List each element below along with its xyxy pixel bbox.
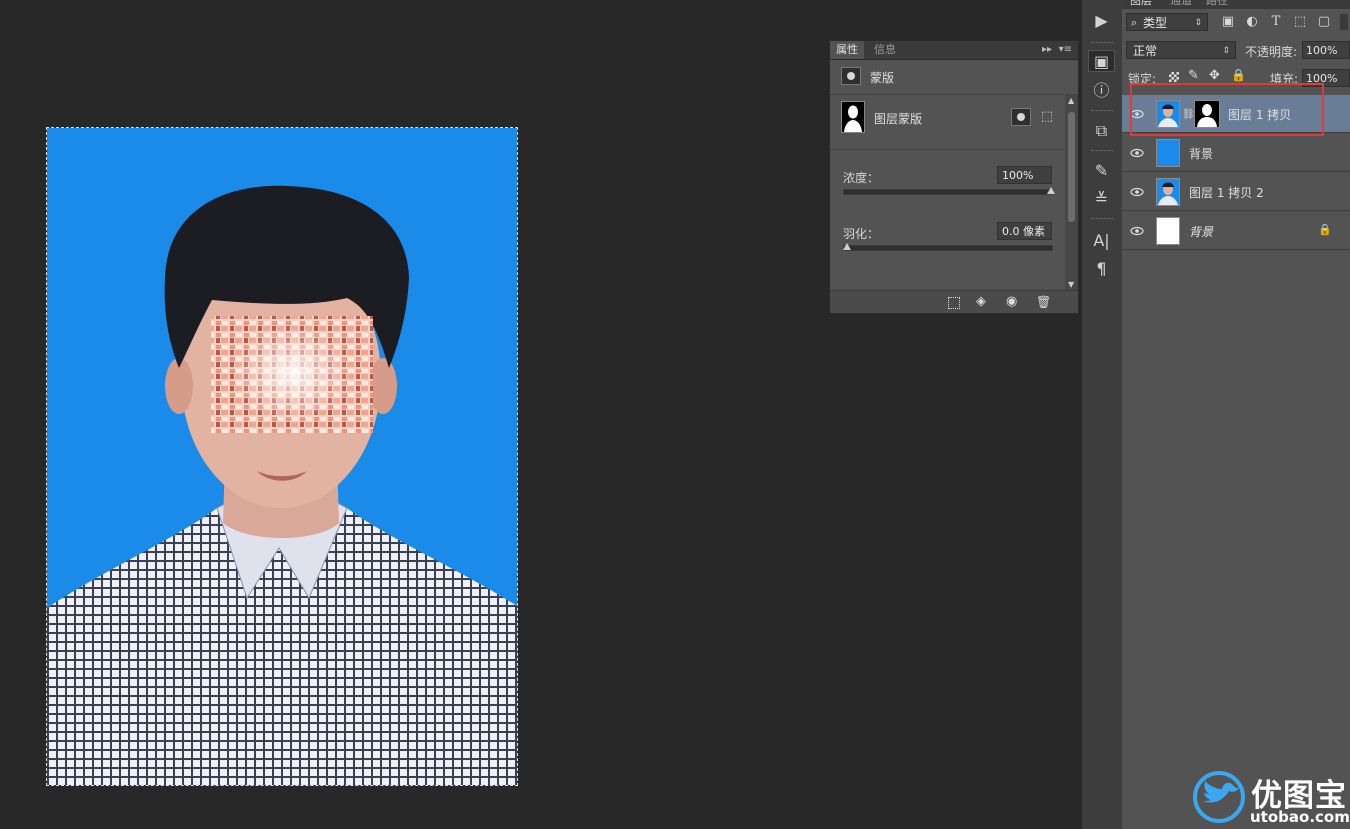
tab-properties[interactable]: 属性 (830, 41, 864, 59)
silhouette-icon (844, 105, 862, 132)
opacity-field[interactable]: 100% (1302, 41, 1350, 59)
layer-row[interactable]: 背景 🔒 (1122, 212, 1350, 250)
properties-scrollbar[interactable]: ▲ ▼ (1065, 94, 1078, 291)
lock-transparency-icon[interactable] (1169, 72, 1179, 82)
filter-smartobject-icon[interactable]: ▢ (1316, 14, 1332, 30)
tab-paths[interactable]: 路径 (1206, 0, 1228, 8)
feather-field[interactable]: 0.0 像素 (997, 222, 1052, 240)
filter-toggle[interactable] (1340, 14, 1348, 30)
layer-thumbnail (1156, 178, 1180, 206)
dock-grip (1091, 150, 1113, 154)
tab-info[interactable]: 信息 (868, 41, 902, 59)
portrait-photo (47, 185, 517, 785)
load-selection-icon[interactable] (948, 297, 960, 309)
add-pixel-mask-button[interactable] (1011, 108, 1031, 126)
lock-position-icon[interactable]: ✥ (1209, 68, 1220, 83)
layer-thumbnail (1156, 139, 1180, 167)
search-icon: ⌕ (1131, 16, 1138, 29)
properties-panel: 属性 信息 ▸▸ ▾≡ 蒙版 图层蒙版 ⬚ 浓度： 100% 羽化： 0.0 像… (829, 40, 1079, 314)
lock-all-icon[interactable]: 🔒 (1231, 68, 1246, 82)
clone-source-icon[interactable]: ⧉ (1088, 120, 1115, 142)
mask-icon (841, 67, 861, 85)
portrait-thumbnail-icon (1157, 179, 1179, 205)
scroll-down-icon[interactable]: ▼ (1068, 280, 1074, 289)
feather-slider-track[interactable] (843, 245, 1053, 251)
play-icon[interactable]: ▶ (1088, 10, 1115, 32)
properties-header-label: 蒙版 (870, 71, 895, 85)
layer-thumbnail (1156, 217, 1180, 245)
brush-presets-icon[interactable]: ✎ (1088, 160, 1115, 182)
layer-name: 背景 (1189, 225, 1214, 239)
character-icon[interactable]: A| (1088, 230, 1115, 252)
info-icon[interactable]: ⓘ (1088, 80, 1115, 102)
vector-mask-icon: ⬚ (1040, 109, 1054, 124)
feather-label: 羽化： (843, 227, 880, 241)
properties-dock-icon[interactable]: ▣ (1088, 50, 1115, 72)
dock-grip (1091, 110, 1113, 114)
document-canvas[interactable] (46, 127, 518, 786)
tab-channels[interactable]: 通道 (1170, 0, 1192, 8)
density-label: 浓度： (843, 171, 880, 185)
apply-mask-icon[interactable]: ◈ (976, 294, 992, 310)
chevron-updown-icon: ⇕ (1222, 46, 1230, 56)
tab-layers[interactable]: 图层 (1130, 0, 1152, 8)
paragraph-icon[interactable]: ¶ (1088, 258, 1115, 280)
pixel-mask-icon (1017, 113, 1025, 121)
density-field[interactable]: 100% (997, 166, 1052, 184)
watermark-url: utobao.com (1250, 808, 1350, 826)
filter-shape-icon[interactable]: ⬚ (1292, 14, 1308, 30)
density-slider-thumb[interactable] (1047, 187, 1055, 194)
filter-adjustment-icon[interactable]: ◐ (1244, 14, 1260, 30)
lock-pixels-icon[interactable]: ✎ (1188, 68, 1199, 83)
properties-footer: ◈ ◉ 🗑 (830, 290, 1078, 313)
layer-row[interactable]: 图层 1 拷贝 2 (1122, 173, 1350, 211)
layer-row[interactable]: 背景 (1122, 134, 1350, 172)
opacity-label: 不透明度: (1245, 45, 1298, 59)
delete-mask-icon[interactable]: 🗑 (1036, 294, 1052, 310)
feather-slider-thumb[interactable] (843, 243, 851, 250)
layers-tabbar: 图层 通道 路径 (1122, 0, 1350, 9)
scroll-up-icon[interactable]: ▲ (1068, 96, 1074, 105)
layer-mask-row: 图层蒙版 ⬚ (830, 95, 1064, 150)
brush-settings-icon[interactable]: ≚ (1088, 188, 1115, 210)
properties-header: 蒙版 (830, 60, 1064, 95)
watermark-bird-logo (1193, 771, 1245, 823)
eye-icon[interactable] (1130, 146, 1144, 160)
dock-grip (1091, 218, 1113, 222)
opacity-value: 100% (1306, 44, 1338, 57)
blend-mode-value: 正常 (1133, 44, 1158, 58)
filter-kind-value: 类型 (1143, 16, 1168, 30)
vector-mask-button[interactable]: ⬚ (1038, 108, 1056, 126)
collapse-panel-icon[interactable]: ▸▸ (1042, 43, 1052, 57)
eye-icon[interactable] (1130, 185, 1144, 199)
dock-grip (1091, 42, 1113, 46)
properties-tabbar: 属性 信息 ▸▸ ▾≡ (830, 41, 1078, 60)
layer-name: 背景 (1189, 147, 1214, 161)
panel-menu-icon[interactable]: ▾≡ (1059, 43, 1072, 57)
panel-dock: ▶ ▣ ⓘ ⧉ ✎ ≚ A| ¶ (1081, 0, 1123, 829)
scrollbar-thumb[interactable] (1068, 112, 1075, 222)
filter-type-icon[interactable]: T (1268, 14, 1284, 30)
layer-mask-label: 图层蒙版 (874, 112, 923, 126)
filter-kind-dropdown[interactable]: ⌕ 类型 ⇕ (1126, 13, 1208, 31)
lock-icon: 🔒 (1318, 223, 1332, 236)
filter-image-icon[interactable]: ▣ (1220, 14, 1236, 30)
highlight-box (1130, 83, 1324, 136)
chevron-updown-icon: ⇕ (1194, 18, 1202, 28)
eye-icon[interactable] (1130, 224, 1144, 238)
layer-mask-thumbnail[interactable] (841, 101, 865, 133)
density-slider-track[interactable] (843, 189, 1053, 195)
layer-name: 图层 1 拷贝 2 (1189, 186, 1264, 200)
blend-mode-dropdown[interactable]: 正常 ⇕ (1126, 41, 1236, 59)
visibility-eye-icon[interactable]: ◉ (1006, 294, 1022, 310)
